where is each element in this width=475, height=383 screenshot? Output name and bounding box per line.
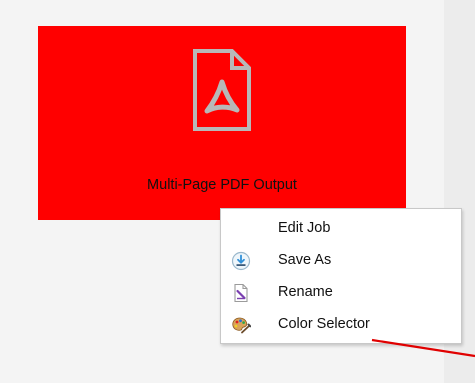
annotation-pointer-line [371, 338, 475, 358]
screen: Multi-Page PDF Output Edit Job Save As R… [0, 0, 475, 383]
